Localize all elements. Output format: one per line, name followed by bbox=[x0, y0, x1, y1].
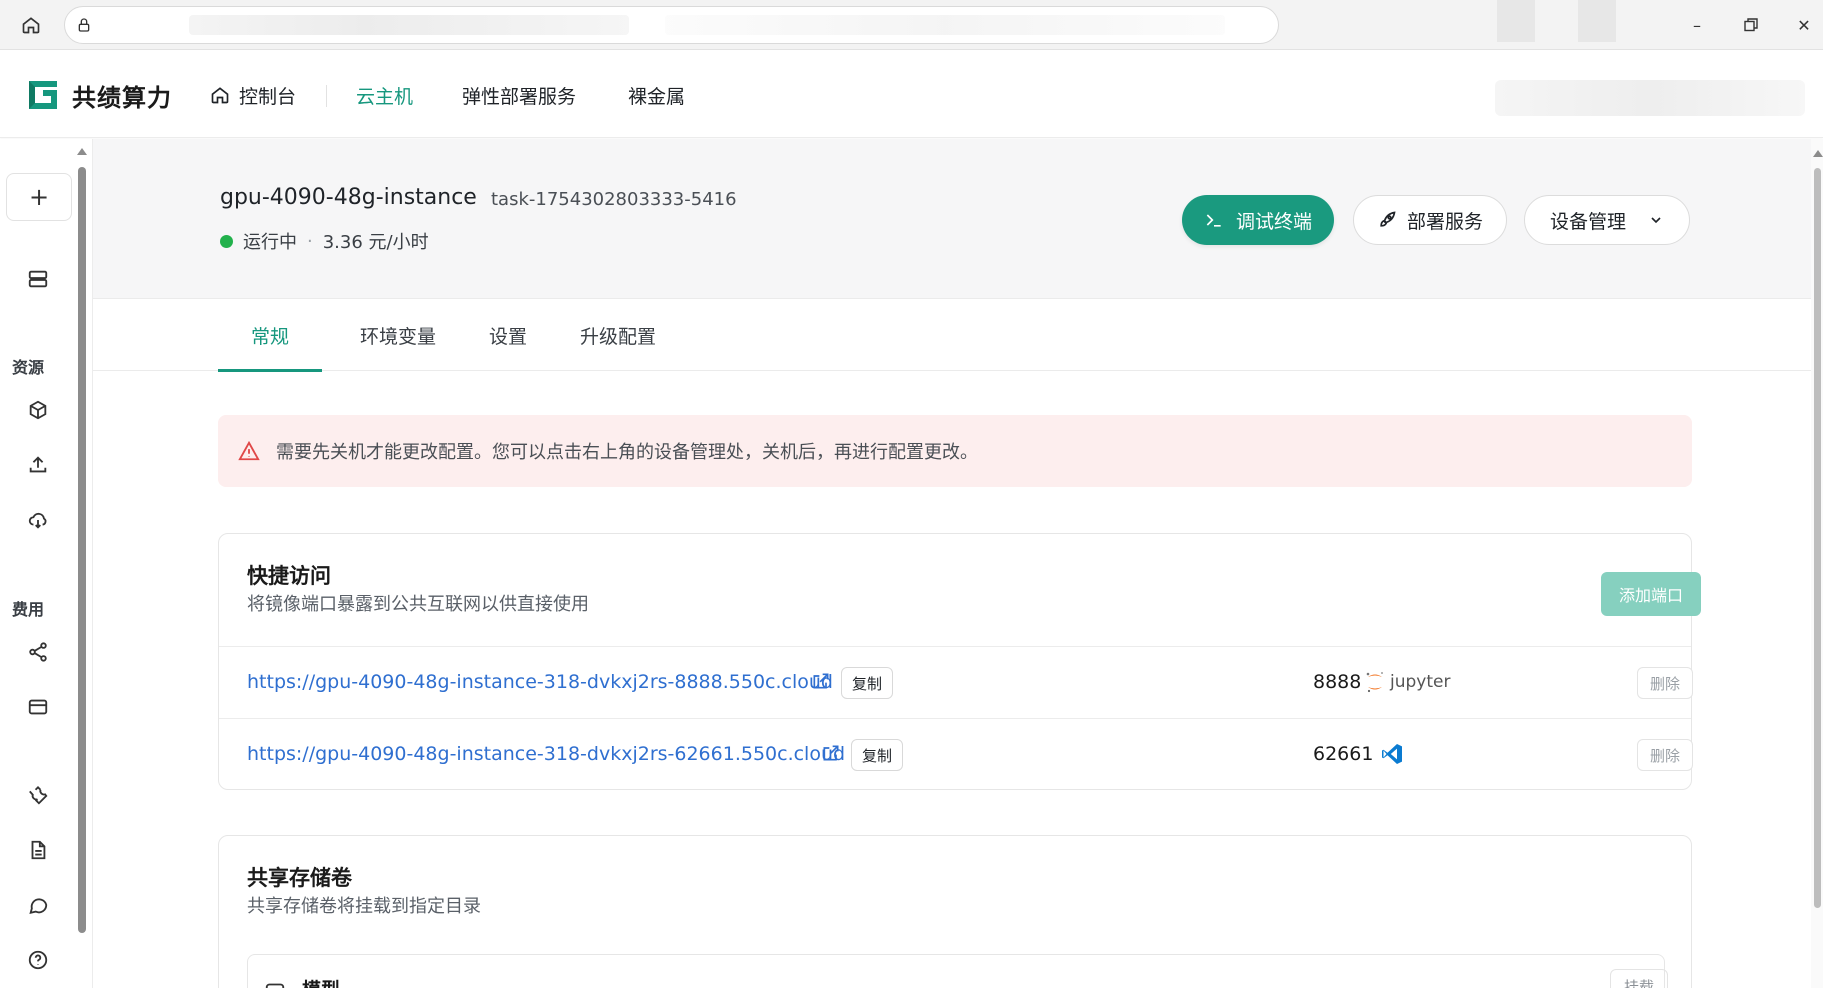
redacted-extension bbox=[1578, 0, 1616, 42]
page-scroll-thumb[interactable] bbox=[1814, 168, 1821, 908]
quick-access-title: 快捷访问 bbox=[247, 564, 331, 588]
card-icon[interactable] bbox=[22, 691, 54, 723]
left-sidebar: + 资源 费用 bbox=[0, 139, 93, 988]
port-url-link[interactable]: https://gpu-4090-48g-instance-318-dvkxj2… bbox=[247, 743, 845, 765]
browser-home-icon[interactable] bbox=[18, 12, 44, 38]
nav-cloud-host[interactable]: 云主机 bbox=[356, 80, 413, 110]
task-id: task-1754302803333-5416 bbox=[491, 189, 737, 210]
port-number: 62661 bbox=[1313, 743, 1374, 765]
status-row: 运行中 · 3.36 元/小时 bbox=[220, 229, 429, 253]
deploy-service-button[interactable]: 部署服务 bbox=[1353, 195, 1507, 245]
vscode-icon bbox=[1382, 744, 1402, 764]
sidebar-section-billing: 费用 bbox=[12, 600, 45, 619]
logo-mark-icon bbox=[29, 81, 57, 109]
lock-icon bbox=[75, 16, 93, 34]
document-icon[interactable] bbox=[22, 834, 54, 866]
instance-header: gpu-4090-48g-instance task-1754302803333… bbox=[93, 139, 1817, 299]
device-management-dropdown[interactable]: 设备管理 bbox=[1524, 195, 1690, 245]
new-button[interactable]: + bbox=[6, 173, 72, 221]
brand-name: 共绩算力 bbox=[72, 83, 172, 112]
nav-elastic-deploy-label: 弹性部署服务 bbox=[462, 85, 577, 108]
tab-env-vars[interactable]: 环境变量 bbox=[343, 299, 453, 371]
shared-storage-subtitle: 共享存储卷将挂载到指定目录 bbox=[247, 896, 481, 917]
port-row: https://gpu-4090-48g-instance-318-dvkxj2… bbox=[219, 646, 1693, 718]
jupyter-icon bbox=[1366, 672, 1383, 693]
copy-button[interactable]: 复制 bbox=[851, 739, 904, 771]
config-warning-alert: 需要先关机才能更改配置。您可以点击右上角的设备管理处，关机后，再进行配置更改。 bbox=[218, 415, 1692, 487]
sidebar-scroll-up-icon[interactable] bbox=[77, 148, 87, 155]
address-bar[interactable] bbox=[64, 6, 1279, 44]
quick-access-subtitle: 将镜像端口暴露到公共互联网以供直接使用 bbox=[247, 594, 589, 615]
warning-icon bbox=[238, 440, 260, 461]
nav-elastic-deploy[interactable]: 弹性部署服务 bbox=[462, 80, 576, 110]
redacted-url bbox=[189, 15, 629, 35]
wrench-icon[interactable] bbox=[22, 779, 54, 811]
tab-general[interactable]: 常规 bbox=[218, 299, 322, 372]
share-icon[interactable] bbox=[22, 636, 54, 668]
nav-divider bbox=[326, 85, 327, 107]
cloud-sync-icon[interactable] bbox=[22, 504, 54, 536]
shared-storage-card: 共享存储卷 共享存储卷将挂载到指定目录 模型 挂载 bbox=[218, 835, 1692, 988]
server-icon[interactable] bbox=[22, 263, 54, 295]
delete-port-button[interactable]: 删除 bbox=[1637, 667, 1693, 699]
instance-name: gpu-4090-48g-instance bbox=[220, 185, 477, 210]
rocket-icon bbox=[1380, 211, 1396, 227]
device-management-label: 设备管理 bbox=[1549, 210, 1626, 233]
nav-cloud-host-label: 云主机 bbox=[356, 85, 414, 108]
top-navigation: 共绩算力 控制台 云主机 弹性部署服务 裸金属 bbox=[0, 50, 1823, 138]
nav-console[interactable]: 控制台 bbox=[210, 80, 296, 110]
redacted-account-area bbox=[1495, 80, 1805, 116]
disk-icon bbox=[265, 983, 285, 988]
cube-icon[interactable] bbox=[22, 394, 54, 426]
add-port-button[interactable]: 添加端口 bbox=[1601, 572, 1701, 616]
restore-icon[interactable] bbox=[1740, 14, 1762, 36]
redacted-extension bbox=[1497, 0, 1535, 42]
port-row: https://gpu-4090-48g-instance-318-dvkxj2… bbox=[219, 718, 1693, 790]
port-url-link[interactable]: https://gpu-4090-48g-instance-318-dvkxj2… bbox=[247, 671, 833, 693]
close-window-icon[interactable]: ✕ bbox=[1793, 14, 1815, 36]
brand-logo[interactable]: 共绩算力 bbox=[26, 78, 172, 112]
jupyter-label: jupyter bbox=[1390, 672, 1451, 692]
external-link-icon[interactable] bbox=[811, 671, 831, 691]
chevron-down-icon bbox=[1651, 217, 1661, 224]
status-dot-icon bbox=[220, 234, 233, 248]
tab-upgrade[interactable]: 升级配置 bbox=[563, 299, 673, 371]
mount-button[interactable]: 挂载 bbox=[1610, 969, 1668, 988]
quick-access-card: 快捷访问 将镜像端口暴露到公共互联网以供直接使用 添加端口 https://gp… bbox=[218, 533, 1701, 790]
tab-bar: 常规 环境变量 设置 升级配置 bbox=[93, 299, 1817, 372]
deploy-service-label: 部署服务 bbox=[1406, 210, 1483, 233]
status-separator: · bbox=[307, 230, 313, 252]
volume-item: 模型 挂载 bbox=[247, 954, 1668, 988]
terminal-icon bbox=[1206, 214, 1221, 227]
sidebar-scroll-thumb[interactable] bbox=[78, 167, 86, 933]
delete-port-button[interactable]: 删除 bbox=[1637, 739, 1693, 771]
status-text: 运行中 bbox=[243, 232, 297, 253]
browser-toolbar: – ✕ bbox=[0, 0, 1823, 50]
minimize-icon[interactable]: – bbox=[1686, 14, 1708, 36]
port-number: 8888 bbox=[1313, 671, 1362, 693]
redacted-url-extra bbox=[665, 15, 1225, 35]
nav-bare-metal[interactable]: 裸金属 bbox=[628, 80, 685, 110]
help-icon[interactable] bbox=[22, 944, 54, 976]
nav-bare-metal-label: 裸金属 bbox=[628, 85, 686, 108]
tab-settings[interactable]: 设置 bbox=[473, 299, 543, 371]
volume-name: 模型 bbox=[302, 975, 340, 988]
external-link-icon[interactable] bbox=[821, 743, 841, 763]
price-text: 3.36 元/小时 bbox=[322, 232, 429, 253]
jupyter-logo: jupyter bbox=[1366, 669, 1450, 695]
chat-icon[interactable] bbox=[22, 889, 54, 921]
page-scroll-up-icon[interactable] bbox=[1813, 150, 1823, 157]
nav-console-label: 控制台 bbox=[239, 85, 297, 108]
upload-icon[interactable] bbox=[22, 449, 54, 481]
debug-terminal-label: 调试终端 bbox=[1235, 210, 1312, 233]
main-content: gpu-4090-48g-instance task-1754302803333… bbox=[93, 139, 1817, 988]
shared-storage-title: 共享存储卷 bbox=[247, 866, 352, 890]
alert-text: 需要先关机才能更改配置。您可以点击右上角的设备管理处，关机后，再进行配置更改。 bbox=[276, 442, 978, 463]
sidebar-section-resources: 资源 bbox=[12, 358, 45, 377]
debug-terminal-button[interactable]: 调试终端 bbox=[1182, 195, 1334, 245]
home-icon bbox=[211, 87, 229, 104]
copy-button[interactable]: 复制 bbox=[841, 667, 894, 699]
